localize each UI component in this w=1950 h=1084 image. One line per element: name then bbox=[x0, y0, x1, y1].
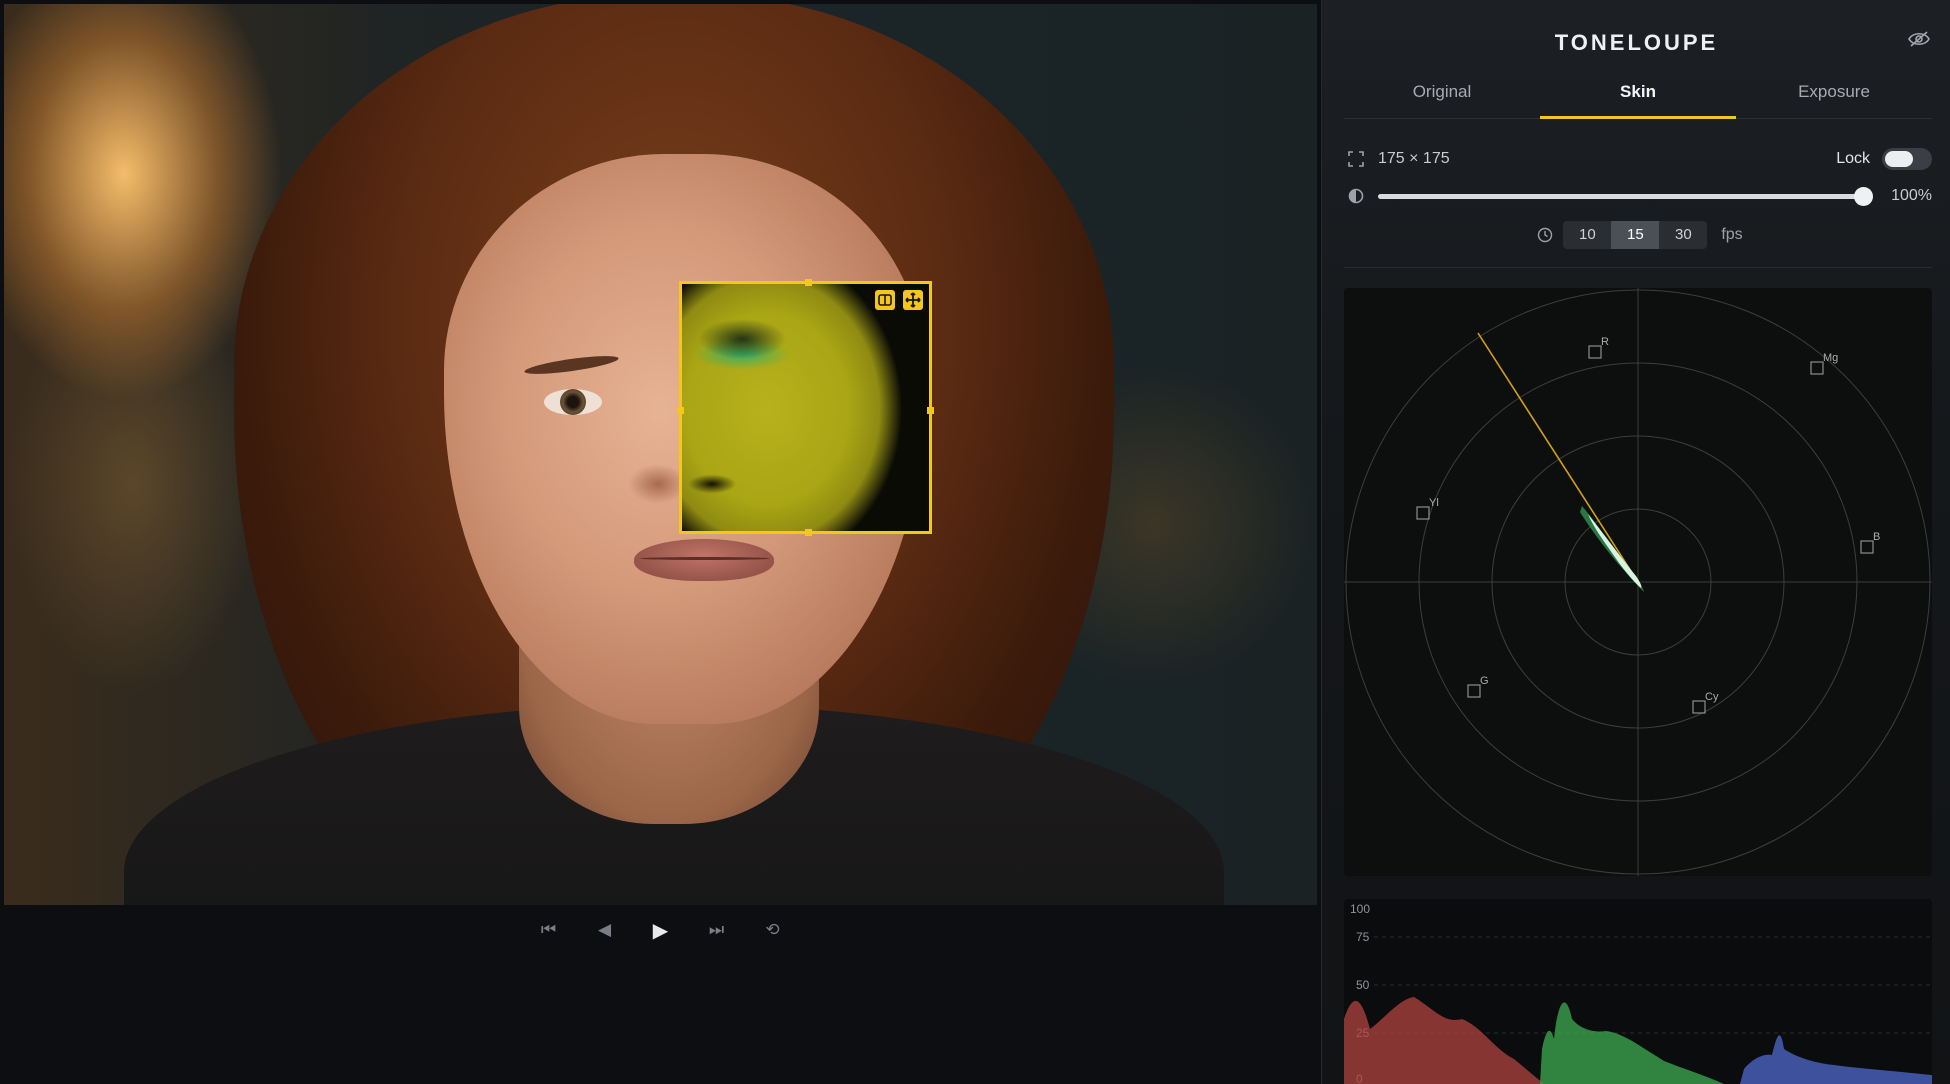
roi-handle-right[interactable] bbox=[927, 407, 934, 414]
opacity-slider-fill bbox=[1378, 193, 1864, 199]
tab-original[interactable]: Original bbox=[1344, 72, 1540, 118]
lock-toggle-knob bbox=[1885, 151, 1913, 167]
opacity-value: 100% bbox=[1891, 187, 1932, 204]
histogram: 100 75 50 25 0 bbox=[1344, 899, 1932, 1084]
histogram-blue bbox=[1740, 1035, 1932, 1084]
vectorscope-trace bbox=[1580, 506, 1644, 592]
tab-skin[interactable]: Skin bbox=[1540, 72, 1736, 119]
step-back-icon[interactable]: ◀ bbox=[577, 910, 633, 950]
skip-end-icon[interactable]: ⏭ bbox=[689, 910, 745, 950]
target-box-cy bbox=[1692, 700, 1706, 714]
subject-lipline bbox=[640, 557, 770, 560]
histogram-gridlines bbox=[1374, 936, 1932, 1034]
fps-option-15[interactable]: 15 bbox=[1611, 221, 1660, 249]
histogram-green bbox=[1540, 1002, 1724, 1084]
fps-selector: 10 15 30 bbox=[1563, 221, 1708, 249]
tab-exposure[interactable]: Exposure bbox=[1736, 72, 1932, 118]
target-box-b bbox=[1860, 540, 1874, 554]
split-view-icon[interactable] bbox=[875, 290, 895, 310]
lock-label: Lock bbox=[1836, 150, 1870, 167]
subject-lips bbox=[634, 539, 774, 581]
target-box-mg bbox=[1810, 361, 1824, 375]
half-circle-icon bbox=[1348, 188, 1364, 204]
fps-unit: fps bbox=[1721, 226, 1743, 243]
target-label-cy: Cy bbox=[1705, 691, 1719, 703]
app-title: TONELOUPE bbox=[1554, 30, 1719, 55]
roi-handle-top[interactable] bbox=[805, 279, 812, 286]
target-box-r bbox=[1588, 345, 1602, 359]
hist-label-75: 75 bbox=[1356, 930, 1370, 944]
video-viewer: ⏮ ◀ ▶ ⏭ ⟲ bbox=[0, 0, 1321, 1084]
mode-tabs: Original Skin Exposure bbox=[1344, 72, 1932, 119]
vectorscope: R Mg Yl B G Cy bbox=[1344, 288, 1932, 876]
hist-label-50: 50 bbox=[1356, 978, 1370, 992]
fps-option-30[interactable]: 30 bbox=[1659, 221, 1707, 249]
transport-controls: ⏮ ◀ ▶ ⏭ ⟲ bbox=[0, 905, 1321, 955]
target-label-g: G bbox=[1480, 675, 1489, 687]
skin-tone-line bbox=[1477, 332, 1639, 583]
target-label-mg: Mg bbox=[1823, 352, 1838, 364]
panel-divider bbox=[1344, 267, 1932, 268]
skin-mask-region[interactable] bbox=[677, 279, 934, 536]
eye-slash-icon[interactable] bbox=[1907, 30, 1931, 48]
vectorscope-targets: R Mg Yl B G Cy bbox=[1416, 336, 1880, 714]
histogram-red bbox=[1344, 997, 1544, 1084]
fps-row: 10 15 30 fps bbox=[1344, 221, 1932, 249]
target-label-r: R bbox=[1601, 336, 1609, 348]
target-box-yl bbox=[1416, 506, 1430, 520]
opacity-slider[interactable] bbox=[1378, 186, 1873, 206]
target-label-yl: Yl bbox=[1429, 497, 1439, 509]
play-icon[interactable]: ▶ bbox=[633, 910, 689, 950]
clock-icon bbox=[1537, 227, 1553, 243]
tool-panel: TONELOUPE Original Skin Exposure 175 × 1… bbox=[1321, 0, 1950, 1084]
move-arrows-icon[interactable] bbox=[903, 290, 923, 310]
target-box-g bbox=[1467, 684, 1481, 698]
expand-corners-icon bbox=[1348, 151, 1364, 167]
loop-icon[interactable]: ⟲ bbox=[745, 910, 801, 950]
region-size-text: 175 × 175 bbox=[1378, 150, 1450, 167]
region-size-row: 175 × 175 Lock bbox=[1344, 145, 1932, 173]
target-label-b: B bbox=[1873, 531, 1880, 543]
skip-start-icon[interactable]: ⏮ bbox=[521, 910, 577, 950]
lock-toggle[interactable] bbox=[1882, 148, 1932, 170]
opacity-row: 100% bbox=[1344, 182, 1932, 210]
opacity-slider-thumb[interactable] bbox=[1854, 186, 1873, 206]
hist-label-100: 100 bbox=[1350, 902, 1370, 916]
left-eye bbox=[544, 389, 602, 415]
roi-handle-bottom[interactable] bbox=[805, 529, 812, 536]
video-frame bbox=[4, 4, 1317, 905]
roi-handle-left[interactable] bbox=[677, 407, 684, 414]
fps-option-10[interactable]: 10 bbox=[1563, 221, 1611, 249]
